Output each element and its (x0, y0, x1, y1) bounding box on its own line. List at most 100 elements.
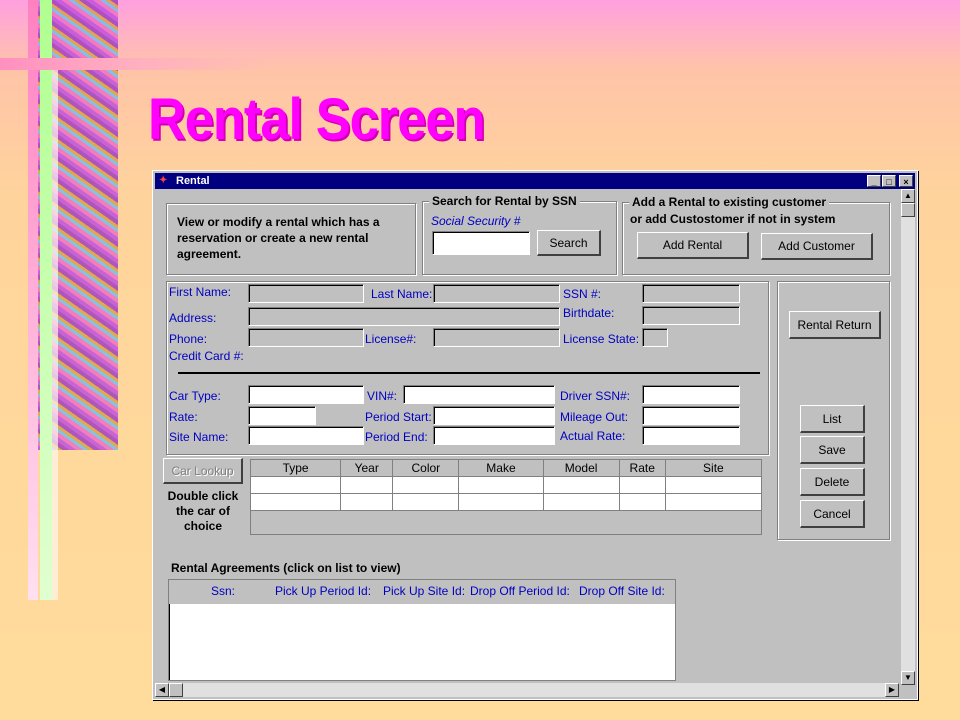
add-rental-label: Add Rental (662, 238, 723, 252)
agreements-col-pickup-site: Pick Up Site Id: (383, 584, 466, 598)
add-group: Add a Rental to existing customer or add… (622, 195, 890, 275)
minimize-button[interactable]: _ (867, 175, 881, 187)
decorative-bar-green (40, 0, 52, 600)
agreements-col-pickup-period: Pick Up Period Id: (275, 584, 372, 598)
vin-label: VIN#: (367, 389, 398, 403)
grid-header-make[interactable]: Make (458, 459, 544, 477)
scroll-left-arrow-icon[interactable]: ◀ (155, 683, 169, 697)
horizontal-scrollbar[interactable]: ◀ ▶ (155, 683, 899, 697)
delete-button[interactable]: Delete (800, 468, 865, 496)
car-type-label: Car Type: (169, 389, 221, 403)
driver-ssn-label: Driver SSN#: (560, 389, 631, 403)
scroll-up-arrow-icon[interactable]: ▲ (901, 189, 915, 203)
actual-rate-label: Actual Rate: (560, 429, 626, 443)
scroll-down-arrow-icon[interactable]: ▼ (901, 671, 915, 685)
list-label: List (822, 411, 842, 426)
search-button[interactable]: Search (537, 230, 601, 256)
window-title: Rental (176, 175, 210, 187)
add-customer-button[interactable]: Add Customer (761, 233, 873, 260)
site-name-label: Site Name: (169, 430, 229, 444)
actual-rate-field[interactable] (642, 426, 740, 445)
app-icon: ✦ (159, 175, 168, 186)
section-divider (178, 372, 760, 374)
search-group-label: Search for Rental by SSN (429, 194, 580, 208)
rate-field[interactable] (248, 406, 316, 425)
agreements-title: Rental Agreements (click on list to view… (171, 561, 401, 575)
add-rental-button[interactable]: Add Rental (637, 232, 749, 259)
add-group-label-line1: Add a Rental to existing customer (629, 195, 830, 209)
intro-text: View or modify a rental which has a rese… (177, 215, 380, 261)
last-name-label: Last Name: (371, 287, 433, 301)
car-lookup-button[interactable]: Car Lookup (163, 458, 243, 484)
grid-header-year[interactable]: Year (340, 459, 394, 477)
phone-label: Phone: (169, 332, 208, 346)
phone-field[interactable] (248, 328, 364, 347)
table-row[interactable] (249, 476, 763, 494)
add-group-label-line2: or add Custostomer if not in system (630, 212, 836, 226)
table-row[interactable] (249, 493, 763, 511)
mileage-out-label: Mileage Out: (560, 410, 629, 424)
agreements-list[interactable]: Ssn: Pick Up Period Id: Pick Up Site Id:… (168, 579, 676, 681)
period-end-label: Period End: (365, 430, 428, 444)
search-group: Search for Rental by SSN Social Security… (422, 194, 617, 275)
birthdate-field[interactable] (642, 306, 740, 325)
grid-empty-area (250, 511, 762, 535)
close-button[interactable]: × (899, 175, 913, 187)
grid-header-rate[interactable]: Rate (618, 459, 666, 477)
birthdate-label: Birthdate: (563, 306, 615, 320)
period-start-field[interactable] (433, 406, 555, 425)
agreements-col-ssn: Ssn: (211, 584, 236, 598)
first-name-label: First Name: (169, 285, 232, 299)
license-state-label: License State: (563, 332, 640, 346)
grid-header-color[interactable]: Color (392, 459, 460, 477)
vertical-scrollbar[interactable]: ▲ ▼ (901, 189, 915, 685)
last-name-field[interactable] (433, 284, 560, 303)
slide-title: Rental Screen (148, 87, 485, 152)
period-end-field[interactable] (433, 426, 555, 445)
ssn-label: SSN #: (563, 287, 602, 301)
vin-field[interactable] (403, 385, 555, 404)
agreements-header: Ssn: Pick Up Period Id: Pick Up Site Id:… (169, 580, 675, 604)
grid-header-site[interactable]: Site (664, 459, 763, 477)
rental-window: ✦ Rental _ □ × View or modify a rental w… (152, 170, 918, 700)
horizontal-scroll-thumb[interactable] (169, 683, 183, 697)
slide-decoration (0, 0, 270, 600)
car-lookup-hint: Double click the car of choice (167, 489, 239, 533)
cancel-button[interactable]: Cancel (800, 500, 865, 528)
site-name-field[interactable] (248, 426, 364, 445)
car-type-field[interactable] (248, 385, 364, 404)
agreements-col-dropoff-period: Drop Off Period Id: (470, 584, 570, 598)
car-grid[interactable]: Type Year Color Make Model Rate Site (249, 459, 763, 535)
save-label: Save (818, 442, 846, 457)
credit-card-label: Credit Card #: (169, 349, 244, 363)
address-field[interactable] (248, 307, 560, 326)
period-start-label: Period Start: (365, 410, 432, 424)
grid-header-type[interactable]: Type (249, 459, 342, 477)
first-name-field[interactable] (248, 284, 364, 303)
delete-label: Delete (814, 474, 850, 489)
decorative-bar-white (52, 60, 58, 600)
add-customer-label: Add Customer (778, 239, 855, 253)
window-titlebar[interactable]: ✦ Rental _ □ × (155, 173, 915, 189)
grid-header-model[interactable]: Model (542, 459, 620, 477)
driver-ssn-field[interactable] (642, 385, 740, 404)
agreements-col-dropoff-site: Drop Off Site Id: (579, 584, 665, 598)
rate-label: Rate: (169, 410, 198, 424)
license-state-field[interactable] (642, 328, 668, 347)
mileage-out-field[interactable] (642, 406, 740, 425)
license-field[interactable] (433, 328, 560, 347)
search-button-label: Search (549, 235, 588, 250)
car-lookup-label: Car Lookup (171, 463, 234, 478)
ssn-field[interactable] (642, 284, 740, 303)
scroll-right-arrow-icon[interactable]: ▶ (885, 683, 899, 697)
list-button[interactable]: List (800, 405, 865, 433)
ssn-search-label: Social Security # (431, 214, 521, 228)
save-button[interactable]: Save (800, 436, 865, 464)
maximize-button[interactable]: □ (882, 175, 896, 187)
ssn-search-input[interactable] (432, 231, 530, 255)
address-label: Address: (169, 311, 217, 325)
rental-return-button[interactable]: Rental Return (789, 311, 881, 339)
decorative-band (0, 58, 270, 70)
scroll-thumb[interactable] (901, 203, 915, 217)
decorative-bar-pink (28, 0, 38, 600)
